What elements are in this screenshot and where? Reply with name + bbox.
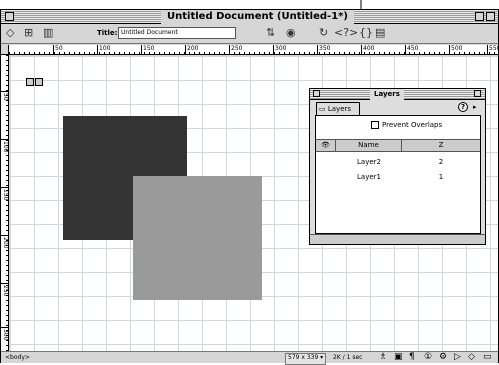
layer1-box[interactable] <box>133 176 262 300</box>
layer-row[interactable]: Layer2 2 <box>316 156 480 168</box>
ruler-h-label: 250 <box>229 45 242 54</box>
ruler-h-label: 200 <box>185 45 198 54</box>
ruler-v-label: 300 <box>1 327 9 341</box>
layer-row[interactable]: Layer1 1 <box>316 171 480 183</box>
title-label: Title: <box>97 29 118 37</box>
refresh-icon[interactable]: ↻ <box>319 26 328 40</box>
zoom-box[interactable] <box>475 12 484 21</box>
site-icon[interactable]: ♗ <box>379 352 387 363</box>
assets-icon[interactable]: ▣ <box>394 352 403 363</box>
show-code-and-design-icon[interactable]: ⊞ <box>24 26 33 40</box>
layers-panel-title: Layers <box>370 89 404 100</box>
show-design-view-icon[interactable]: ▥ <box>43 26 53 40</box>
ruler-v-label: 150 <box>1 187 9 201</box>
ruler-h-label: 550 <box>487 45 498 54</box>
html-styles-icon[interactable]: ¶ <box>409 352 415 363</box>
tab-layers-label: Layers <box>327 105 352 113</box>
layer-z: 2 <box>438 158 444 166</box>
ruler-v-label: 100 <box>1 139 9 153</box>
layer-name: Layer1 <box>357 173 381 181</box>
layers-table-header: 👁 Name Z <box>316 139 480 152</box>
collapse-box[interactable] <box>486 12 495 21</box>
code-navigation-icon[interactable]: {} <box>359 26 373 40</box>
folder-icon: ▭ <box>319 105 326 113</box>
code-inspector-icon[interactable]: ◇ <box>468 352 475 363</box>
ruler-origin[interactable] <box>1 45 9 55</box>
visibility-eye-icon[interactable]: 👁 <box>316 140 336 151</box>
title-field[interactable]: Untitled Document <box>118 27 236 39</box>
status-bar: <body> 579 x 339 ▾ 2K / 1 sec ♗ ▣ ¶ ① ⚙ … <box>1 351 498 365</box>
behaviors-icon[interactable]: ⚙ <box>439 352 447 363</box>
ruler-h-label: 350 <box>317 45 330 54</box>
history-icon[interactable]: ▷ <box>454 352 461 363</box>
panel-scrollbar[interactable] <box>310 234 485 244</box>
ruler-h-label: 100 <box>97 45 110 54</box>
prevent-overlaps-checkbox[interactable] <box>371 121 379 129</box>
ruler-v-label: 50 <box>1 91 9 101</box>
column-z[interactable]: Z <box>402 140 480 151</box>
horizontal-ruler: 50 100 150 200 250 300 350 400 450 500 5… <box>9 45 498 55</box>
ruler-v-label: 200 <box>1 235 9 249</box>
download-stats: 2K / 1 sec <box>333 354 363 361</box>
file-management-icon[interactable]: ⇅ <box>266 26 275 40</box>
help-icon[interactable]: ? <box>458 102 468 112</box>
tag-selector[interactable]: <body> <box>5 353 30 363</box>
preview-in-browser-icon[interactable]: ◉ <box>286 26 296 40</box>
layer-name: Layer2 <box>357 158 381 166</box>
close-box[interactable] <box>5 12 14 21</box>
title-bar[interactable]: Untitled Document (Untitled-1*) <box>1 10 498 24</box>
show-code-view-icon[interactable]: ◇ <box>6 26 14 40</box>
column-name[interactable]: Name <box>336 140 402 151</box>
window-size-popup[interactable]: 579 x 339 ▾ <box>285 353 327 365</box>
css-styles-icon[interactable]: ① <box>424 352 432 363</box>
ruler-h-label: 300 <box>273 45 286 54</box>
prevent-overlaps-label: Prevent Overlaps <box>382 121 443 129</box>
layers-list-area: Prevent Overlaps 👁 Name Z Layer2 2 Layer… <box>315 115 481 234</box>
ruler-h-label: 400 <box>361 45 374 54</box>
tab-layers[interactable]: ▭ Layers <box>316 102 360 115</box>
layers-panel-titlebar[interactable]: Layers <box>310 89 485 100</box>
panel-options-arrow-icon[interactable]: ▸ <box>473 102 477 112</box>
layer-z: 1 <box>438 173 444 181</box>
toolbar: ◇ ⊞ ▥ Title: Untitled Document ⇅ ◉ ↻ <?>… <box>1 24 498 44</box>
window-title: Untitled Document (Untitled-1*) <box>161 10 354 24</box>
ruler-h-label: 450 <box>405 45 418 54</box>
panel-collapse-box[interactable] <box>474 90 481 97</box>
layer-marker-icons[interactable] <box>26 71 46 86</box>
ruler-h-label: 150 <box>141 45 154 54</box>
layers-panel: Layers ▭ Layers ? ▸ Prevent Overlaps 👁 N… <box>309 88 486 245</box>
ruler-v-label: 250 <box>1 283 9 297</box>
view-options-icon[interactable]: ▤ <box>375 26 385 40</box>
ruler-h-label: 50 <box>53 45 63 54</box>
ruler-h-label: 500 <box>449 45 462 54</box>
launcher-icon[interactable]: ▭ <box>483 352 492 363</box>
reference-icon[interactable]: <?> <box>334 26 358 40</box>
panel-close-box[interactable] <box>313 90 320 97</box>
vertical-ruler: 50 100 150 200 250 300 <box>1 55 9 352</box>
